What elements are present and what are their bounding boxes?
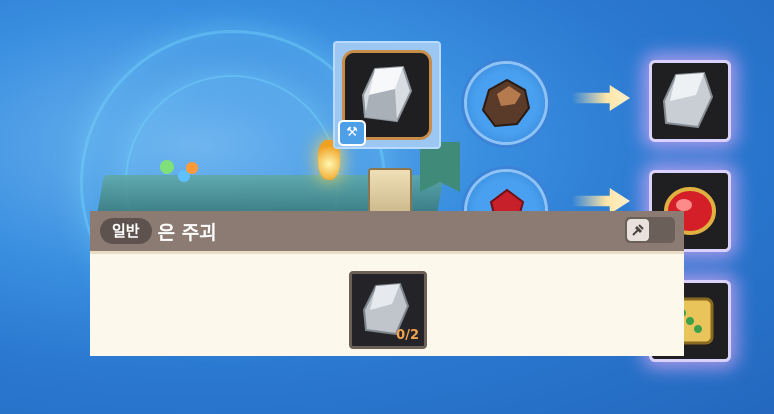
drawer-cabinet — [368, 168, 412, 217]
item-info-panel: 일반 은 주괴 0/2 — [90, 211, 684, 356]
rarity-badge: 일반 — [100, 218, 152, 244]
item-name: 은 주괴 — [157, 221, 217, 244]
result-slot-silver-ingot[interactable] — [649, 60, 731, 142]
pin-toggle[interactable] — [625, 217, 675, 243]
selected-item-slot[interactable]: ⚒ — [335, 43, 439, 147]
ore-icon — [481, 78, 531, 128]
material-slot[interactable]: 0/2 — [349, 271, 427, 349]
silver-ingot-icon — [662, 71, 714, 129]
orange-crystal — [186, 162, 198, 174]
item-info-header: 일반 은 주괴 — [90, 211, 684, 254]
ore-slot[interactable] — [467, 64, 545, 142]
pin-icon — [627, 219, 649, 241]
arrow-right-icon — [572, 85, 630, 111]
silver-ingot-icon — [361, 65, 413, 123]
green-crystal — [160, 160, 174, 174]
workbench-tag-icon: ⚒ — [338, 120, 366, 146]
material-count: 0/2 — [396, 328, 419, 343]
